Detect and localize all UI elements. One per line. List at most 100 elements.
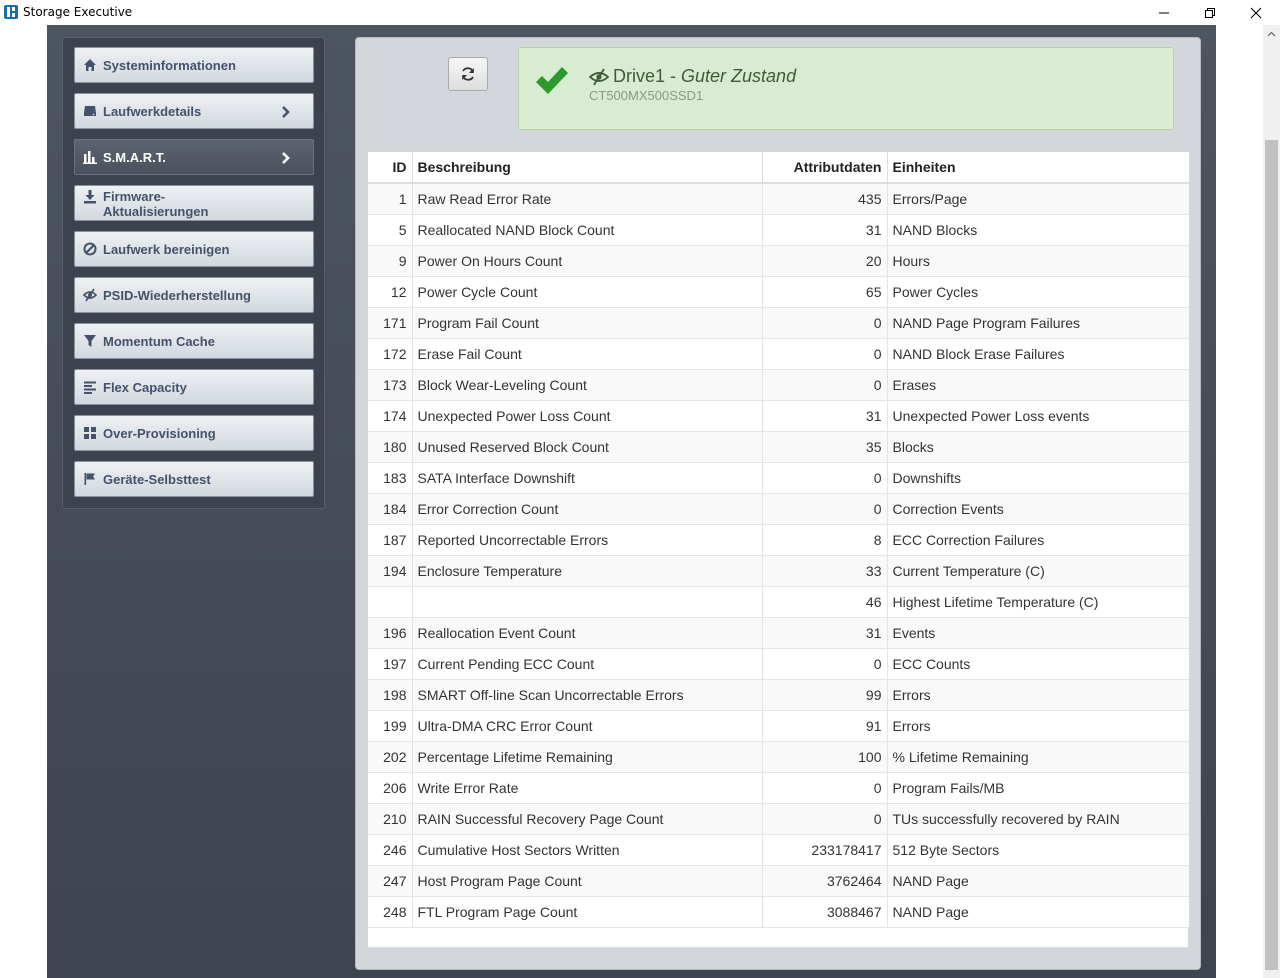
table-row[interactable]: 174 Unexpected Power Loss Count 31 Unexpect…	[368, 400, 1189, 432]
cell-unit: Downshifts	[887, 462, 1189, 494]
vertical-scrollbar[interactable]	[1263, 25, 1280, 978]
cell-description: Host Program Page Count	[412, 865, 763, 897]
cell-id: 173	[368, 369, 413, 401]
scroll-up-button[interactable]	[1263, 25, 1280, 42]
sidebar-item-psid[interactable]: PSID-Wiederherstellung	[74, 277, 314, 313]
minimize-button[interactable]	[1141, 0, 1187, 25]
smart-table-container: ID Beschreibung Attributdaten Einheiten …	[367, 151, 1189, 948]
cell-id: 202	[368, 741, 413, 773]
sidebar-item-over-provisioning[interactable]: Over-Provisioning	[74, 415, 314, 451]
table-row[interactable]: 9 Power On Hours Count 20 Hours	[368, 245, 1189, 277]
table-row[interactable]: 194 Enclosure Temperature 33 Current Temper…	[368, 555, 1189, 587]
cell-unit: Program Fails/MB	[887, 772, 1189, 804]
table-row[interactable]: 171 Program Fail Count 0 NAND Page Program …	[368, 307, 1189, 339]
bar-chart-icon	[83, 150, 97, 164]
cell-id	[368, 586, 413, 618]
drive-status-line: Drive1 - Guter Zustand	[589, 66, 796, 87]
cell-value: 31	[762, 617, 888, 649]
cell-description: Raw Read Error Rate	[412, 183, 763, 215]
table-row[interactable]: 5 Reallocated NAND Block Count 31 NAND Bloc…	[368, 214, 1189, 246]
table-row[interactable]: 210 RAIN Successful Recovery Page Count 0 T…	[368, 803, 1189, 835]
cell-id: 171	[368, 307, 413, 339]
table-row[interactable]: 246 Cumulative Host Sectors Written 233178…	[368, 834, 1189, 866]
chevron-right-icon	[282, 152, 290, 164]
scroll-thumb[interactable]	[1265, 140, 1278, 970]
drive-name: Drive1	[613, 66, 666, 86]
status-separator: -	[670, 66, 677, 86]
close-button[interactable]	[1233, 0, 1279, 25]
cell-id: 183	[368, 462, 413, 494]
sidebar-item-smart[interactable]: S.M.A.R.T.	[74, 139, 314, 175]
flag-icon	[83, 472, 97, 486]
checkmark-icon	[536, 67, 568, 94]
cell-id: 196	[368, 617, 413, 649]
cell-value: 0	[762, 648, 888, 680]
sidebar-item-firmware[interactable]: Firmware- Aktualisierungen	[74, 185, 314, 221]
sidebar-item-geraete-selbsttest[interactable]: Geräte-Selbsttest	[74, 461, 314, 497]
table-row[interactable]: 183 SATA Interface Downshift 0 Downshifts	[368, 462, 1189, 494]
cell-unit: ECC Counts	[887, 648, 1189, 680]
table-row[interactable]: 187 Reported Uncorrectable Errors 8 ECC Cor…	[368, 524, 1189, 556]
cell-description: Reallocated NAND Block Count	[412, 214, 763, 246]
cell-value: 0	[762, 462, 888, 494]
table-row[interactable]: 12 Power Cycle Count 65 Power Cycles	[368, 276, 1189, 308]
sidebar-item-label: Over-Provisioning	[103, 425, 216, 441]
column-header-description[interactable]: Beschreibung	[412, 152, 763, 184]
filter-icon	[83, 334, 97, 348]
table-row[interactable]: 198 SMART Off-line Scan Uncorrectable Err…	[368, 679, 1189, 711]
cell-value: 31	[762, 400, 888, 432]
sidebar-item-label: Laufwerk bereinigen	[103, 241, 230, 257]
cell-description: SATA Interface Downshift	[412, 462, 763, 494]
cell-value: 100	[762, 741, 888, 773]
table-row[interactable]: 1 Raw Read Error Rate 435 Errors/Page	[368, 183, 1189, 215]
table-row[interactable]: 247 Host Program Page Count 3762464 NAND Pa…	[368, 865, 1189, 897]
cell-unit: 512 Byte Sectors	[887, 834, 1189, 866]
cell-unit: Errors	[887, 679, 1189, 711]
sidebar-item-momentum-cache[interactable]: Momentum Cache	[74, 323, 314, 359]
restore-button[interactable]	[1187, 0, 1233, 25]
cell-description: Power On Hours Count	[412, 245, 763, 277]
cell-description: Ultra-DMA CRC Error Count	[412, 710, 763, 742]
minimize-icon	[1159, 12, 1169, 13]
cell-unit: ECC Correction Failures	[887, 524, 1189, 556]
ban-icon	[83, 242, 97, 256]
column-header-value[interactable]: Attributdaten	[762, 152, 888, 184]
table-row[interactable]: 173 Block Wear-Leveling Count 0 Erases	[368, 369, 1189, 401]
cell-description: Unexpected Power Loss Count	[412, 400, 763, 432]
column-header-id[interactable]: ID	[368, 152, 413, 184]
cell-unit: % Lifetime Remaining	[887, 741, 1189, 773]
cell-description: Error Correction Count	[412, 493, 763, 525]
table-row[interactable]: 196 Reallocation Event Count 31 Events	[368, 617, 1189, 649]
window-title: Storage Executive	[23, 5, 133, 19]
sidebar-item-systeminformationen[interactable]: Systeminformationen	[74, 47, 314, 83]
sidebar-item-label: Geräte-Selbsttest	[103, 471, 211, 487]
align-left-icon	[83, 380, 97, 394]
refresh-icon	[462, 67, 474, 81]
sidebar-item-laufwerkdetails[interactable]: Laufwerkdetails	[74, 93, 314, 129]
cell-id: 12	[368, 276, 413, 308]
chevron-right-icon	[282, 106, 290, 118]
table-row[interactable]: 184 Error Correction Count 0 Correction Eve…	[368, 493, 1189, 525]
cell-id: 187	[368, 524, 413, 556]
table-row[interactable]: 199 Ultra-DMA CRC Error Count 91 Errors	[368, 710, 1189, 742]
sidebar-item-flex-capacity[interactable]: Flex Capacity	[74, 369, 314, 405]
close-icon	[1250, 7, 1262, 18]
table-row[interactable]: 180 Unused Reserved Block Count 35 Blocks	[368, 431, 1189, 463]
table-row[interactable]: 206 Write Error Rate 0 Program Fails/MB	[368, 772, 1189, 804]
cell-unit: Hours	[887, 245, 1189, 277]
refresh-button[interactable]	[448, 57, 488, 91]
smart-table: ID Beschreibung Attributdaten Einheiten …	[368, 152, 1189, 928]
cell-value: 0	[762, 772, 888, 804]
cell-unit: NAND Page Program Failures	[887, 307, 1189, 339]
sidebar-item-laufwerk-bereinigen[interactable]: Laufwerk bereinigen	[74, 231, 314, 267]
cell-description: FTL Program Page Count	[412, 896, 763, 928]
table-row[interactable]: 248 FTL Program Page Count 3088467 NAND Pag…	[368, 896, 1189, 928]
cell-id: 194	[368, 555, 413, 587]
cell-value: 20	[762, 245, 888, 277]
table-row[interactable]: 172 Erase Fail Count 0 NAND Block Erase Fai…	[368, 338, 1189, 370]
table-row[interactable]: 46 Highest Lifetime Temperature (C)	[368, 586, 1189, 618]
table-row[interactable]: 202 Percentage Lifetime Remaining 100% Lif…	[368, 741, 1189, 773]
column-header-unit[interactable]: Einheiten	[887, 152, 1189, 184]
sidebar-item-label: Systeminformationen	[103, 57, 236, 73]
table-row[interactable]: 197 Current Pending ECC Count 0 ECC Counts	[368, 648, 1189, 680]
